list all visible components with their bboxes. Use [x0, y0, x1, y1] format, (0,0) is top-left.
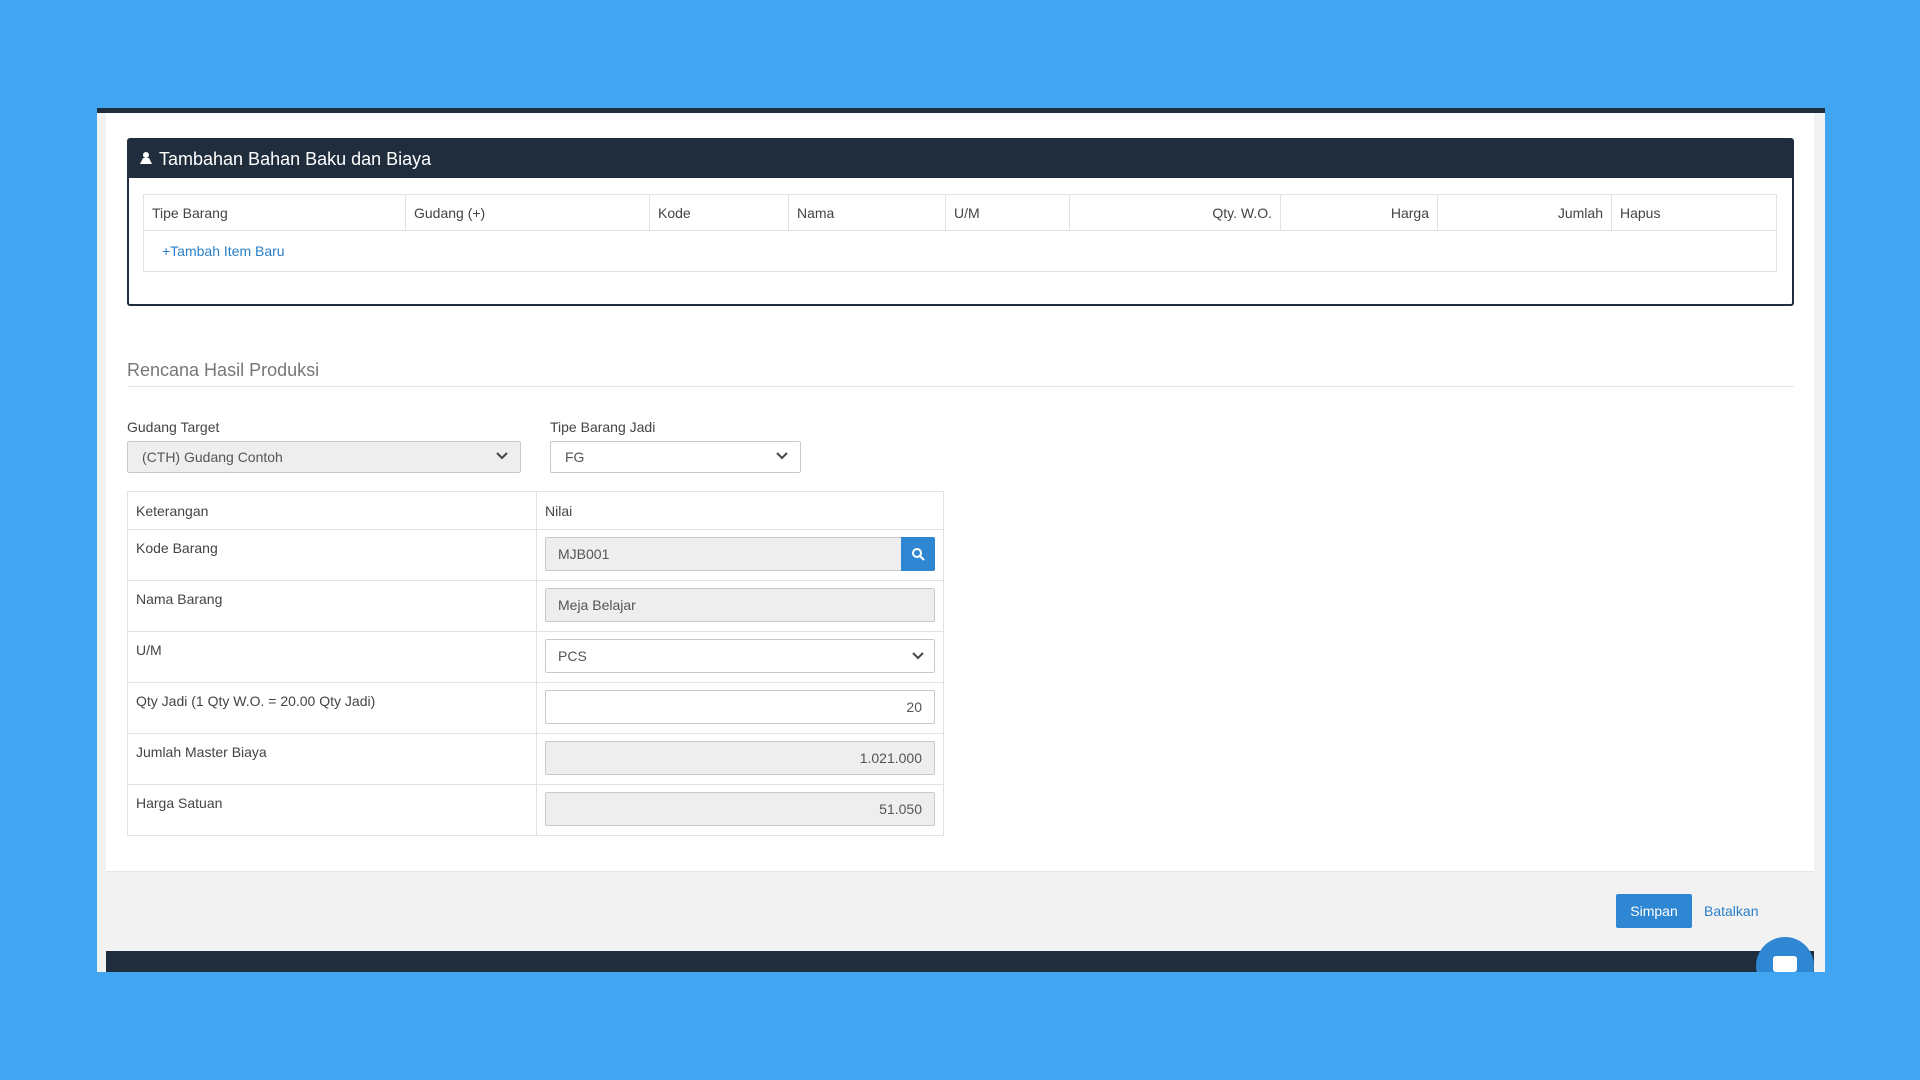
user-icon	[139, 151, 153, 168]
production-detail-table: Keterangan Nilai Kode Barang MJB001 Nama…	[127, 491, 944, 836]
table-row: U/M PCS	[127, 631, 944, 683]
tipe-barang-jadi-select[interactable]: FG	[550, 441, 801, 473]
table-row: Harga Satuan 51.050	[127, 784, 944, 836]
search-button[interactable]	[901, 537, 935, 571]
table-row: Kode Barang MJB001	[127, 529, 944, 581]
table-row: Jumlah Master Biaya 1.021.000	[127, 733, 944, 785]
harga-satuan-cell: 51.050	[536, 784, 944, 836]
qty-jadi-input[interactable]: 20	[545, 690, 935, 724]
nama-barang-cell: Meja Belajar	[536, 580, 944, 632]
cancel-button[interactable]: Batalkan	[1704, 894, 1758, 928]
form-footer: Simpan Batalkan	[106, 871, 1814, 952]
gudang-target-label: Gudang Target	[127, 419, 220, 435]
column-header-tipe-barang: Tipe Barang	[143, 194, 406, 231]
app-window: Tambahan Bahan Baku dan Biaya Tipe Baran…	[97, 108, 1825, 972]
qty-jadi-value: 20	[906, 699, 922, 715]
chevron-down-icon	[496, 452, 508, 460]
chevron-down-icon	[776, 452, 788, 460]
add-item-link[interactable]: +Tambah Item Baru	[162, 243, 285, 259]
kode-barang-cell: MJB001	[536, 529, 944, 581]
save-button[interactable]: Simpan	[1616, 894, 1692, 928]
um-label: U/M	[127, 631, 537, 683]
um-value: PCS	[558, 648, 587, 664]
column-header-kode: Kode	[649, 194, 789, 231]
jumlah-master-biaya-input[interactable]: 1.021.000	[545, 741, 935, 775]
column-header-jumlah: Jumlah	[1437, 194, 1612, 231]
column-header-qty-wo: Qty. W.O.	[1069, 194, 1281, 231]
nama-barang-input[interactable]: Meja Belajar	[545, 588, 935, 622]
materials-panel: Tambahan Bahan Baku dan Biaya Tipe Baran…	[127, 138, 1794, 306]
nama-barang-label: Nama Barang	[127, 580, 537, 632]
um-cell: PCS	[536, 631, 944, 683]
um-select[interactable]: PCS	[545, 639, 935, 673]
column-header-gudang: Gudang (+)	[405, 194, 650, 231]
kode-barang-label: Kode Barang	[127, 529, 537, 581]
harga-satuan-value: 51.050	[879, 801, 922, 817]
section-divider	[127, 386, 1794, 387]
qty-jadi-label: Qty Jadi (1 Qty W.O. = 20.00 Qty Jadi)	[127, 682, 537, 734]
detail-header-keterangan: Keterangan	[127, 491, 537, 530]
gudang-target-select[interactable]: (CTH) Gudang Contoh	[127, 441, 521, 473]
items-table: Tipe Barang Gudang (+) Kode Nama U/M Qty…	[143, 194, 1777, 272]
bottom-bar	[106, 951, 1814, 972]
chevron-down-icon	[912, 652, 924, 660]
add-item-cell: +Tambah Item Baru	[143, 230, 1777, 272]
column-header-hapus: Hapus	[1611, 194, 1777, 231]
background-strip	[0, 972, 1920, 1080]
section-title: Rencana Hasil Produksi	[127, 360, 320, 380]
detail-header-row: Keterangan Nilai	[127, 491, 944, 530]
panel-header: Tambahan Bahan Baku dan Biaya	[129, 140, 1792, 178]
column-header-um: U/M	[945, 194, 1070, 231]
table-row: +Tambah Item Baru	[143, 230, 1777, 272]
kode-barang-input[interactable]: MJB001	[545, 537, 935, 571]
tipe-barang-jadi-value: FG	[565, 449, 585, 465]
jumlah-master-biaya-value: 1.021.000	[859, 750, 922, 766]
nama-barang-value: Meja Belajar	[558, 597, 636, 613]
jumlah-master-biaya-label: Jumlah Master Biaya	[127, 733, 537, 785]
table-row: Qty Jadi (1 Qty W.O. = 20.00 Qty Jadi) 2…	[127, 682, 944, 734]
harga-satuan-label: Harga Satuan	[127, 784, 537, 836]
table-header-row: Tipe Barang Gudang (+) Kode Nama U/M Qty…	[143, 194, 1777, 231]
column-header-nama: Nama	[788, 194, 946, 231]
harga-satuan-input[interactable]: 51.050	[545, 792, 935, 826]
table-row: Nama Barang Meja Belajar	[127, 580, 944, 632]
gudang-target-value: (CTH) Gudang Contoh	[142, 449, 283, 465]
form-container: Tambahan Bahan Baku dan Biaya Tipe Baran…	[106, 113, 1814, 951]
qty-jadi-cell: 20	[536, 682, 944, 734]
panel-title: Tambahan Bahan Baku dan Biaya	[159, 148, 432, 169]
tipe-barang-jadi-label: Tipe Barang Jadi	[550, 419, 656, 435]
jumlah-master-biaya-cell: 1.021.000	[536, 733, 944, 785]
column-header-harga: Harga	[1280, 194, 1438, 231]
detail-header-nilai: Nilai	[536, 491, 944, 530]
kode-barang-value: MJB001	[558, 546, 610, 562]
search-icon	[912, 548, 925, 561]
